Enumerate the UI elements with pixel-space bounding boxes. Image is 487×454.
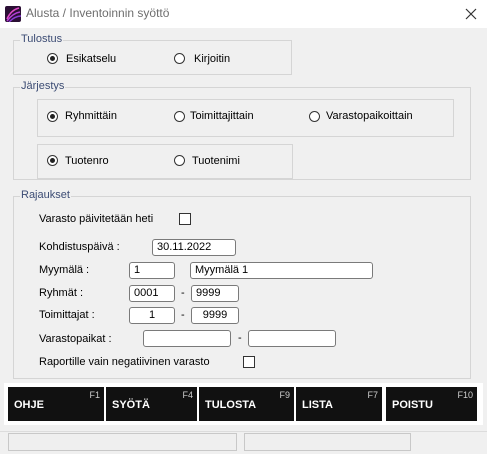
toimittajat-label: Toimittajat : — [39, 309, 95, 321]
syota-button-key: F4 — [182, 390, 193, 400]
varasto-paivitetaan-label: Varasto päivitetään heti — [39, 213, 154, 225]
poistu-button[interactable]: POISTU F10 — [386, 387, 477, 421]
kohdistuspaiva-input[interactable]: 30.11.2022 — [152, 239, 236, 256]
ryhmat-dash: - — [181, 287, 185, 299]
ohje-button-key: F1 — [89, 390, 100, 400]
negatiivinen-varasto-checkbox[interactable] — [243, 356, 255, 368]
lista-button-key: F7 — [367, 390, 378, 400]
negatiivinen-varasto-label: Raportille vain negatiivinen varasto — [39, 356, 210, 368]
rajaukset-legend: Rajaukset — [20, 189, 71, 201]
ohje-button[interactable]: OHJE F1 — [8, 387, 104, 421]
radio-varastopaikoittain[interactable] — [309, 111, 320, 122]
tulosta-button[interactable]: TULOSTA F9 — [199, 387, 294, 421]
radio-tuotenimi-label[interactable]: Tuotenimi — [192, 155, 240, 167]
poistu-button-key: F10 — [457, 390, 473, 400]
myymala-label: Myymälä : — [39, 264, 90, 276]
poistu-button-label: POISTU — [392, 399, 433, 411]
lista-button[interactable]: LISTA F7 — [296, 387, 382, 421]
syota-button-label: SYÖTÄ — [112, 399, 150, 411]
varastopaikat-dash: - — [238, 332, 242, 344]
close-icon[interactable] — [461, 4, 481, 24]
jarjestys-legend: Järjestys — [20, 80, 66, 92]
radio-esikatselu[interactable] — [47, 53, 58, 64]
radio-ryhmittain-label[interactable]: Ryhmittäin — [65, 110, 117, 122]
radio-tuotenro[interactable] — [47, 155, 58, 166]
myymala-number-input[interactable]: 1 — [129, 262, 175, 279]
toimittajat-from-input[interactable]: 1 — [129, 307, 175, 324]
toimittajat-to-input[interactable]: 9999 — [191, 307, 239, 324]
radio-esikatselu-label[interactable]: Esikatselu — [66, 53, 116, 65]
radio-toimittajittain[interactable] — [174, 111, 185, 122]
radio-tuotenro-label[interactable]: Tuotenro — [65, 155, 109, 167]
window-title: Alusta / Inventoinnin syöttö — [26, 6, 170, 20]
varastopaikat-label: Varastopaikat : — [39, 333, 112, 345]
status-panel-2 — [244, 433, 411, 451]
radio-varastopaikoittain-label[interactable]: Varastopaikoittain — [326, 110, 413, 122]
syota-button[interactable]: SYÖTÄ F4 — [106, 387, 197, 421]
varasto-paivitetaan-checkbox[interactable] — [179, 213, 191, 225]
toimittajat-dash: - — [181, 309, 185, 321]
radio-tuotenimi[interactable] — [174, 155, 185, 166]
varastopaikat-to-input[interactable] — [248, 330, 336, 347]
ryhmat-to-input[interactable]: 9999 — [191, 285, 239, 302]
tulosta-button-label: TULOSTA — [205, 399, 257, 411]
radio-kirjoitin[interactable] — [174, 53, 185, 64]
myymala-name-field[interactable]: Myymälä 1 — [190, 262, 373, 279]
tulostus-legend: Tulostus — [20, 33, 64, 45]
tulosta-button-key: F9 — [279, 390, 290, 400]
radio-ryhmittain[interactable] — [47, 111, 58, 122]
varastopaikat-from-input[interactable] — [143, 330, 231, 347]
ryhmat-from-input[interactable]: 0001 — [129, 285, 175, 302]
lista-button-label: LISTA — [302, 399, 333, 411]
radio-kirjoitin-label[interactable]: Kirjoitin — [194, 53, 230, 65]
radio-toimittajittain-label[interactable]: Toimittajittain — [190, 110, 254, 122]
status-panel-1 — [8, 433, 237, 451]
ohje-button-label: OHJE — [14, 399, 44, 411]
app-logo-icon — [5, 6, 21, 22]
ryhmat-label: Ryhmät : — [39, 287, 84, 299]
kohdistuspaiva-label: Kohdistuspäivä : — [39, 241, 120, 253]
